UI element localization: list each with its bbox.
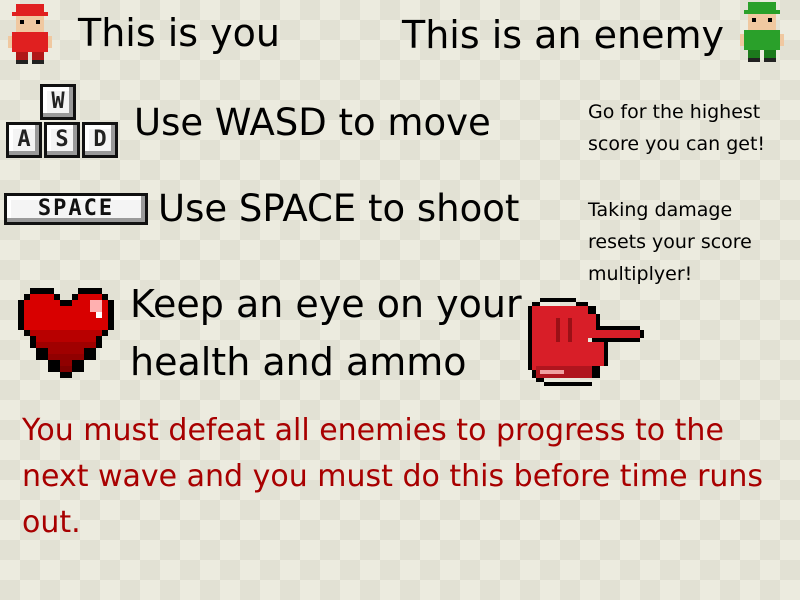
key-d: D bbox=[82, 122, 118, 158]
enemy-sprite-icon bbox=[740, 2, 784, 62]
key-a: A bbox=[6, 122, 42, 158]
player-sprite-icon bbox=[8, 4, 52, 64]
key-s: S bbox=[44, 122, 80, 158]
enemy-label: This is an enemy bbox=[402, 13, 724, 57]
space-key-icon: SPACE bbox=[4, 193, 148, 225]
goal-text: You must defeat all enemies to progress … bbox=[22, 413, 764, 540]
score-tip: Go for the highest score you can get! bbox=[588, 101, 766, 155]
heart-icon bbox=[18, 288, 114, 378]
player-label: This is you bbox=[78, 11, 280, 55]
damage-tip: Taking damage resets your score multiply… bbox=[588, 199, 752, 285]
key-w: W bbox=[40, 84, 76, 120]
move-instruction: Use WASD to move bbox=[134, 101, 491, 144]
shoot-instruction: Use SPACE to shoot bbox=[158, 187, 520, 230]
health-line-1: Keep an eye on your bbox=[130, 282, 522, 326]
pointing-hand-icon bbox=[528, 298, 644, 386]
health-line-2: health and ammo bbox=[130, 340, 467, 384]
wasd-keys-icon: W A S D bbox=[6, 84, 118, 158]
